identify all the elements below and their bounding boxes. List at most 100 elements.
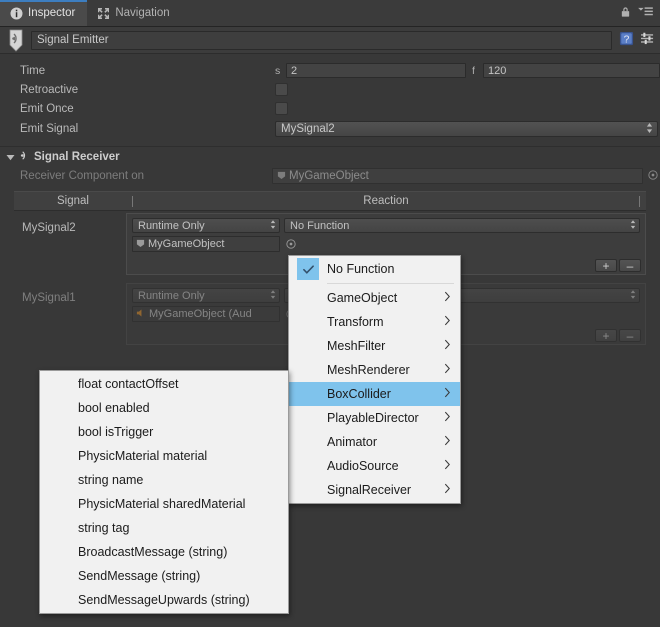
- menu-item-label: MeshRenderer: [327, 363, 410, 377]
- asset-name-value: Signal Emitter: [37, 34, 109, 46]
- emit-signal-row: Emit Signal MySignal2: [0, 118, 660, 140]
- emit-signal-dropdown[interactable]: MySignal2: [275, 121, 658, 137]
- foldout-arrow-icon[interactable]: [6, 153, 15, 162]
- tab-navigation-label: Navigation: [115, 7, 170, 19]
- menu-item-transform[interactable]: Transform: [289, 310, 460, 334]
- submenu-item-label: string name: [78, 473, 144, 487]
- menu-item-animator[interactable]: Animator: [289, 430, 460, 454]
- svg-text:?: ?: [624, 34, 630, 45]
- menu-item-no-function[interactable]: No Function: [289, 257, 460, 281]
- signal-receiver-header[interactable]: Signal Receiver: [0, 147, 660, 167]
- event-target-object-field-1[interactable]: MyGameObject (Aud: [132, 306, 280, 322]
- receiver-component-row: Receiver Component on MyGameObject: [0, 167, 660, 185]
- boxcollider-submenu[interactable]: float contactOffset bool enabled bool isTr…: [39, 370, 289, 614]
- tab-inspector-label: Inspector: [28, 7, 76, 19]
- receiver-component-label: Receiver Component on: [20, 170, 145, 182]
- object-picker-icon[interactable]: [648, 169, 658, 183]
- submenu-item-6[interactable]: string tag: [40, 516, 288, 540]
- menu-item-label: Animator: [327, 435, 378, 449]
- submenu-item-label: PhysicMaterial material: [78, 449, 208, 463]
- submenu-item-0[interactable]: float contactOffset: [40, 372, 288, 396]
- menu-item-label: BoxCollider: [327, 387, 391, 401]
- menu-item-gutter: [297, 335, 319, 357]
- object-picker-icon[interactable]: [284, 237, 297, 251]
- chevron-updown-icon: [270, 219, 276, 233]
- event-function-dropdown-0[interactable]: No Function: [284, 218, 640, 233]
- submenu-item-5[interactable]: PhysicMaterial sharedMaterial: [40, 492, 288, 516]
- chevron-right-icon: [444, 411, 451, 425]
- header-icon-group: ?: [619, 31, 655, 49]
- submenu-item-label: bool isTrigger: [78, 425, 154, 439]
- menu-item-gutter: [297, 479, 319, 501]
- emit-once-label: Emit Once: [20, 102, 74, 115]
- chevron-updown-icon: [646, 122, 653, 137]
- receiver-component-value: MyGameObject: [289, 170, 369, 182]
- event-target-object-field-0[interactable]: MyGameObject: [132, 236, 280, 252]
- event-target-value-0: MyGameObject: [148, 238, 225, 250]
- retroactive-checkbox[interactable]: [275, 83, 288, 96]
- retroactive-row: Retroactive: [0, 80, 660, 99]
- menu-item-label: SignalReceiver: [327, 483, 412, 497]
- menu-item-gutter: [297, 287, 319, 309]
- menu-item-boxcollider[interactable]: BoxCollider: [289, 382, 460, 406]
- chevron-updown-icon: [270, 289, 276, 303]
- help-book-icon[interactable]: ?: [619, 31, 634, 49]
- submenu-item-label: bool enabled: [78, 401, 150, 415]
- receiver-component-object-field[interactable]: MyGameObject: [272, 168, 643, 184]
- component-settings-icon[interactable]: [640, 32, 655, 48]
- asset-name-field[interactable]: Signal Emitter: [31, 30, 612, 50]
- event-mode-dropdown-0[interactable]: Runtime Only: [132, 218, 280, 233]
- submenu-item-3[interactable]: PhysicMaterial material: [40, 444, 288, 468]
- menu-item-signalreceiver[interactable]: SignalReceiver: [289, 478, 460, 502]
- event-mode-dropdown-1[interactable]: Runtime Only: [132, 288, 280, 303]
- chevron-right-icon: [444, 363, 451, 377]
- emit-once-checkbox[interactable]: [275, 102, 288, 115]
- event-bottom-line-0: MyGameObject: [132, 236, 640, 252]
- menu-item-gutter: [297, 407, 319, 429]
- menu-separator: [327, 283, 454, 284]
- submenu-item-label: SendMessageUpwards (string): [78, 593, 250, 607]
- time-frames-input[interactable]: 120: [482, 63, 660, 78]
- event-mode-value-0: Runtime Only: [138, 219, 205, 232]
- submenu-item-7[interactable]: BroadcastMessage (string): [40, 540, 288, 564]
- submenu-item-2[interactable]: bool isTrigger: [40, 420, 288, 444]
- function-dropdown-menu[interactable]: No Function GameObject Transform MeshFilter…: [288, 255, 461, 504]
- info-icon: [10, 7, 23, 20]
- tab-navigation[interactable]: Navigation: [87, 0, 181, 26]
- hamburger-menu-icon[interactable]: [638, 6, 653, 20]
- submenu-item-4[interactable]: string name: [40, 468, 288, 492]
- remove-reaction-button-0[interactable]: –: [619, 259, 641, 272]
- remove-reaction-button-1[interactable]: –: [619, 329, 641, 342]
- event-signal-label-1: MySignal1: [22, 292, 76, 304]
- gameobject-icon: [277, 170, 286, 183]
- signal-emitter-properties: Time s 2 f 120 Retroactive Emit Once Emi…: [0, 54, 660, 147]
- menu-item-gutter: [297, 359, 319, 381]
- time-seconds-input[interactable]: 2: [286, 63, 466, 78]
- submenu-item-9[interactable]: SendMessageUpwards (string): [40, 588, 288, 612]
- menu-item-label: MeshFilter: [327, 339, 386, 353]
- chevron-right-icon: [444, 315, 451, 329]
- lock-icon[interactable]: [620, 6, 631, 21]
- submenu-item-1[interactable]: bool enabled: [40, 396, 288, 420]
- menu-item-playabledirector[interactable]: PlayableDirector: [289, 406, 460, 430]
- tab-inspector[interactable]: Inspector: [0, 0, 88, 26]
- add-reaction-button-0[interactable]: +: [595, 259, 617, 272]
- menu-item-audiosource[interactable]: AudioSource: [289, 454, 460, 478]
- menu-item-label: No Function: [327, 262, 395, 276]
- submenu-item-label: string tag: [78, 521, 130, 535]
- audiosource-icon: [136, 308, 146, 321]
- signal-receiver-icon: [19, 150, 30, 164]
- menu-item-gutter: [297, 431, 319, 453]
- time-seconds-value: 2: [291, 64, 298, 77]
- menu-item-meshfilter[interactable]: MeshFilter: [289, 334, 460, 358]
- submenu-item-label: float contactOffset: [78, 377, 179, 391]
- column-reaction-label: Reaction: [363, 195, 409, 207]
- menu-item-gameobject[interactable]: GameObject: [289, 286, 460, 310]
- menu-item-gutter: [297, 383, 319, 405]
- add-reaction-button-1[interactable]: +: [595, 329, 617, 342]
- signal-emitter-marker-icon: [5, 28, 27, 52]
- emit-signal-value: MySignal2: [281, 123, 335, 135]
- time-label: Time: [20, 64, 46, 77]
- menu-item-meshrenderer[interactable]: MeshRenderer: [289, 358, 460, 382]
- submenu-item-8[interactable]: SendMessage (string): [40, 564, 288, 588]
